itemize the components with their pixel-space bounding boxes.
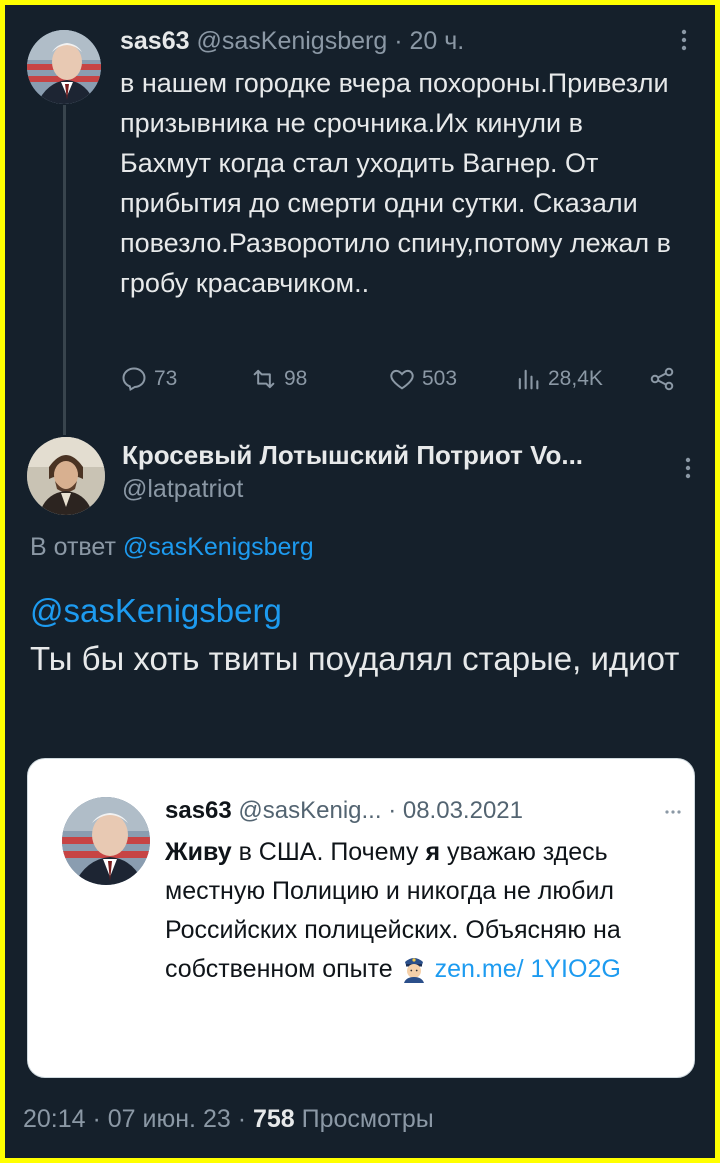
quoted-text: Живу в США. Почему я уважаю здесь местну…: [165, 833, 665, 989]
quoted-header: sas63 @sasKenig... · 08.03.2021: [165, 797, 523, 825]
more-icon[interactable]: [664, 799, 682, 820]
screenshot-frame: sas63 @sasKenigsberg · 20 ч. в нашем гор…: [5, 5, 715, 1158]
views-button[interactable]: 28,4K: [514, 365, 603, 393]
like-icon: [390, 369, 414, 390]
reply-button[interactable]: 73: [120, 365, 177, 393]
views-count: 28,4K: [548, 367, 603, 390]
share-icon: [650, 367, 674, 391]
avatar-latpatriot[interactable]: [27, 437, 105, 515]
tweet-datetime[interactable]: 20:14 · 07 июн. 23 ·: [23, 1105, 253, 1133]
reply-mention[interactable]: @sasKenigsberg: [30, 587, 690, 635]
share-button[interactable]: [648, 365, 676, 393]
views-icon: [518, 369, 539, 390]
like-count: 503: [422, 367, 458, 390]
thread-line: [63, 105, 66, 435]
retweet-icon: [253, 369, 275, 389]
reply-to-handle[interactable]: @sasKenigsberg: [123, 533, 314, 561]
author-name[interactable]: sas63: [120, 27, 190, 55]
reply-text-block: @sasKenigsberg Ты бы хоть твиты поудалял…: [30, 587, 690, 683]
reply-count: 73: [154, 367, 178, 390]
reply-author-handle[interactable]: @latpatriot: [122, 475, 243, 504]
author-handle[interactable]: @sasKenigsberg: [196, 27, 387, 55]
tweet-time[interactable]: · 20 ч.: [394, 27, 464, 55]
tweet-text: в нашем городке вчера похороны.Привезли …: [120, 68, 672, 298]
tweet-footer: 20:14 · 07 июн. 23 · 758 Просмотры: [23, 1105, 434, 1134]
quoted-bold-2: я: [425, 838, 441, 866]
quoted-author-name[interactable]: sas63: [165, 797, 232, 824]
reply-author-name[interactable]: Кросевый Лотышский Потриот Vo...: [122, 440, 583, 471]
tweet-actions: 73 98 503 28,4K: [120, 365, 680, 399]
views-total: 758: [252, 1105, 295, 1133]
retweet-count: 98: [284, 367, 308, 390]
quoted-bold-1: Живу: [165, 838, 232, 866]
views-label: Просмотры: [294, 1105, 434, 1133]
quoted-link[interactable]: zen.me/ 1YIO2G: [435, 955, 621, 983]
quoted-avatar[interactable]: [62, 797, 150, 885]
police-officer-emoji: [400, 953, 428, 983]
quoted-tweet-card[interactable]: sas63 @sasKenig... · 08.03.2021 Живу в С…: [27, 758, 695, 1078]
reply-icon: [122, 367, 146, 392]
like-button[interactable]: 503: [388, 365, 457, 393]
retweet-button[interactable]: 98: [250, 365, 307, 393]
more-icon[interactable]: [677, 457, 699, 479]
quoted-author-handle[interactable]: @sasKenig...: [238, 797, 381, 824]
quoted-date[interactable]: · 08.03.2021: [388, 797, 523, 824]
avatar-sas63[interactable]: [27, 30, 101, 104]
tweet-header: sas63 @sasKenigsberg · 20 ч.: [120, 27, 464, 56]
reply-to-line: В ответ @sasKenigsberg: [30, 533, 314, 562]
more-icon[interactable]: [673, 29, 695, 51]
reply-to-label: В ответ: [30, 533, 116, 561]
quoted-text-1: в США. Почему: [231, 838, 426, 866]
reply-text: Ты бы хоть твиты поудалял старые, идиот: [30, 640, 680, 677]
